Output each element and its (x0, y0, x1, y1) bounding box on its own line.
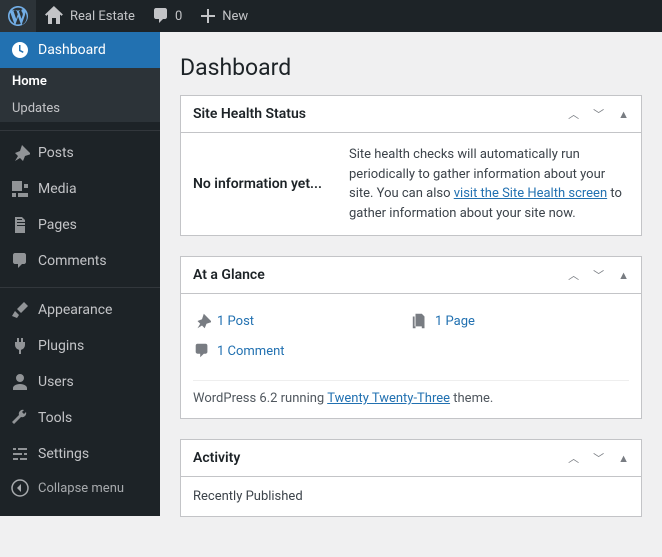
menu-users[interactable]: Users (0, 364, 160, 400)
collapse-icon (10, 478, 30, 498)
move-down-icon[interactable]: ﹀ (593, 450, 604, 466)
comments-link[interactable]: 0 (143, 0, 190, 32)
new-label: New (222, 9, 248, 24)
wrench-icon (10, 408, 30, 428)
dashboard-icon (10, 40, 30, 60)
brush-icon (10, 300, 30, 320)
comment-icon (151, 6, 171, 26)
widget-header[interactable]: At a Glance ︿ ﹀ ▲ (181, 257, 641, 294)
dashboard-submenu: Home Updates (0, 68, 160, 122)
menu-settings[interactable]: Settings (0, 436, 160, 472)
main-content: Dashboard Site Health Status ︿ ﹀ ▲ No in… (160, 32, 662, 557)
menu-tools[interactable]: Tools (0, 400, 160, 436)
widget-title: Activity (193, 450, 568, 466)
site-health-link[interactable]: visit the Site Health screen (454, 186, 607, 201)
theme-link[interactable]: Twenty Twenty-Three (327, 391, 450, 406)
move-down-icon[interactable]: ﹀ (593, 267, 604, 283)
widget-title: Site Health Status (193, 106, 568, 122)
comment-icon (10, 251, 30, 271)
menu-dashboard[interactable]: Dashboard (0, 32, 160, 68)
menu-media[interactable]: Media (0, 171, 160, 207)
admin-sidebar: Dashboard Home Updates Posts Media Pages… (0, 32, 160, 516)
plug-icon (10, 336, 30, 356)
menu-plugins[interactable]: Plugins (0, 328, 160, 364)
activity-body: Recently Published (181, 477, 641, 516)
pin-icon (10, 143, 30, 163)
toggle-icon[interactable]: ▲ (618, 269, 629, 282)
media-icon (10, 179, 30, 199)
health-description: Site health checks will automatically ru… (349, 145, 629, 223)
move-down-icon[interactable]: ﹀ (593, 106, 604, 122)
sliders-icon (10, 444, 30, 464)
menu-appearance[interactable]: Appearance (0, 292, 160, 328)
submenu-home[interactable]: Home (0, 68, 160, 95)
new-content[interactable]: New (190, 0, 256, 32)
menu-comments[interactable]: Comments (0, 243, 160, 279)
admin-toolbar: Real Estate 0 New (0, 0, 662, 32)
comment-count: 0 (175, 9, 182, 24)
glance-comments: 1 Comment (193, 336, 411, 366)
menu-posts[interactable]: Posts (0, 135, 160, 171)
user-icon (10, 372, 30, 392)
site-link[interactable]: Real Estate (36, 0, 143, 32)
home-icon (44, 6, 64, 26)
toggle-icon[interactable]: ▲ (618, 108, 629, 121)
version-info: WordPress 6.2 running Twenty Twenty-Thre… (193, 380, 629, 406)
collapse-menu[interactable]: Collapse menu (0, 470, 160, 506)
site-name: Real Estate (70, 9, 135, 24)
page-title: Dashboard (180, 40, 642, 95)
widget-header[interactable]: Site Health Status ︿ ﹀ ▲ (181, 96, 641, 133)
move-up-icon[interactable]: ︿ (568, 267, 579, 283)
move-up-icon[interactable]: ︿ (568, 450, 579, 466)
move-up-icon[interactable]: ︿ (568, 106, 579, 122)
site-health-widget: Site Health Status ︿ ﹀ ▲ No information … (180, 95, 642, 236)
glance-pages: 1 Page (411, 306, 629, 336)
glance-posts: 1 Post (193, 306, 411, 336)
toggle-icon[interactable]: ▲ (618, 452, 629, 465)
pin-icon (193, 312, 211, 330)
comment-icon (193, 342, 211, 360)
health-status-label: No information yet... (193, 145, 333, 223)
wp-logo[interactable] (0, 0, 36, 32)
submenu-updates[interactable]: Updates (0, 95, 160, 122)
activity-widget: Activity ︿ ﹀ ▲ Recently Published (180, 439, 642, 517)
pages-icon (411, 312, 429, 330)
pages-icon (10, 215, 30, 235)
widget-header[interactable]: Activity ︿ ﹀ ▲ (181, 440, 641, 477)
widget-title: At a Glance (193, 267, 568, 283)
menu-pages[interactable]: Pages (0, 207, 160, 243)
plus-icon (198, 6, 218, 26)
at-a-glance-widget: At a Glance ︿ ﹀ ▲ 1 Post 1 Page 1 Commen… (180, 256, 642, 419)
